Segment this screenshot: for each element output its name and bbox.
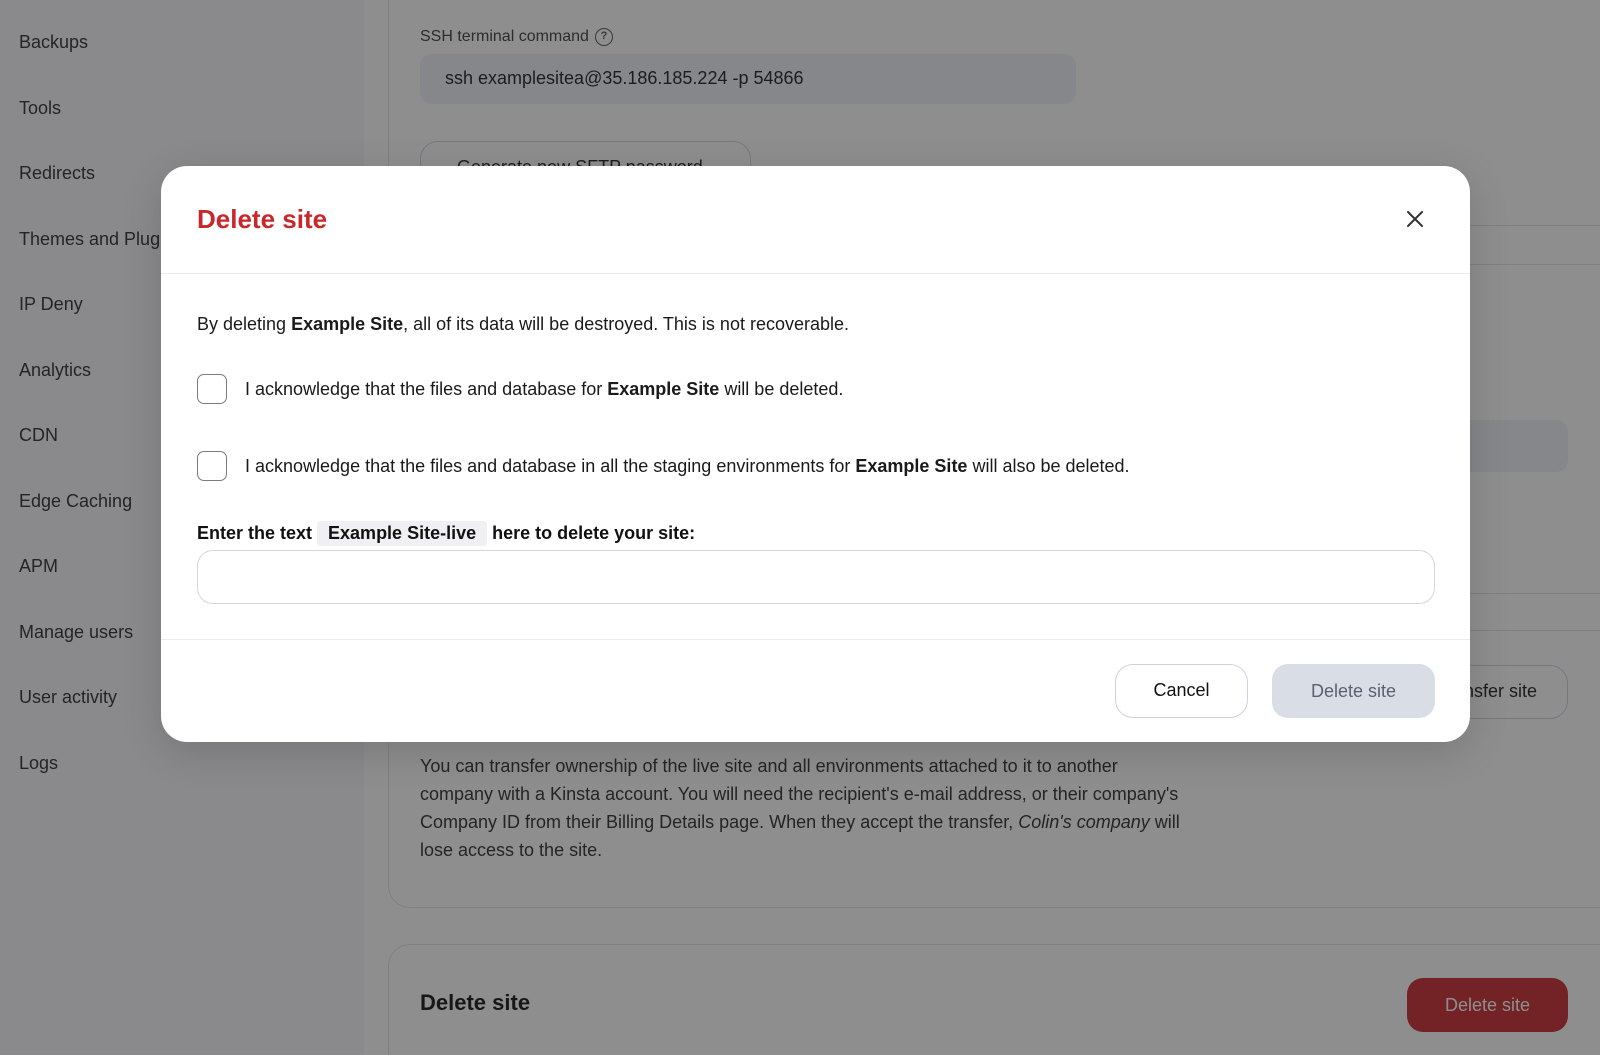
ack-files-site-name: Example Site	[607, 378, 720, 399]
ack-files-row[interactable]: I acknowledge that the files and databas…	[197, 374, 843, 404]
modal-intro: By deleting Example Site, all of its dat…	[197, 314, 849, 335]
delete-site-modal: Delete site By deleting Example Site, al…	[161, 166, 1470, 742]
intro-text-end: , all of its data will be destroyed. Thi…	[403, 314, 850, 334]
cancel-button[interactable]: Cancel	[1115, 664, 1248, 718]
confirm-code-chip: Example Site-live	[317, 521, 488, 546]
confirm-label-start: Enter the text	[197, 523, 313, 543]
close-icon[interactable]	[1398, 202, 1432, 236]
ack-files-checkbox[interactable]	[197, 374, 227, 404]
intro-text-start: By deleting	[197, 314, 292, 334]
ack-files-text-start: I acknowledge that the files and databas…	[245, 378, 608, 399]
modal-title: Delete site	[197, 204, 328, 234]
close-icon-graphic	[1407, 211, 1423, 227]
confirm-text-input[interactable]	[197, 550, 1435, 604]
ack-files-text-end: will be deleted.	[719, 378, 844, 399]
modal-footer: Cancel Delete site	[161, 639, 1470, 742]
ack-staging-site-name: Example Site	[855, 455, 968, 476]
ack-staging-label[interactable]: I acknowledge that the files and databas…	[245, 456, 1130, 477]
ack-staging-text-start: I acknowledge that the files and databas…	[245, 455, 856, 476]
ack-files-label[interactable]: I acknowledge that the files and databas…	[245, 379, 843, 400]
ack-staging-checkbox[interactable]	[197, 451, 227, 481]
ack-staging-row[interactable]: I acknowledge that the files and databas…	[197, 451, 1130, 481]
intro-site-name: Example Site	[291, 314, 404, 334]
modal-header: Delete site	[161, 166, 1470, 274]
confirm-label: Enter the text Example Site-live here to…	[197, 521, 695, 546]
confirm-label-end: here to delete your site:	[492, 523, 696, 543]
ack-staging-text-end: will also be deleted.	[967, 455, 1130, 476]
delete-site-button[interactable]: Delete site	[1272, 664, 1435, 718]
